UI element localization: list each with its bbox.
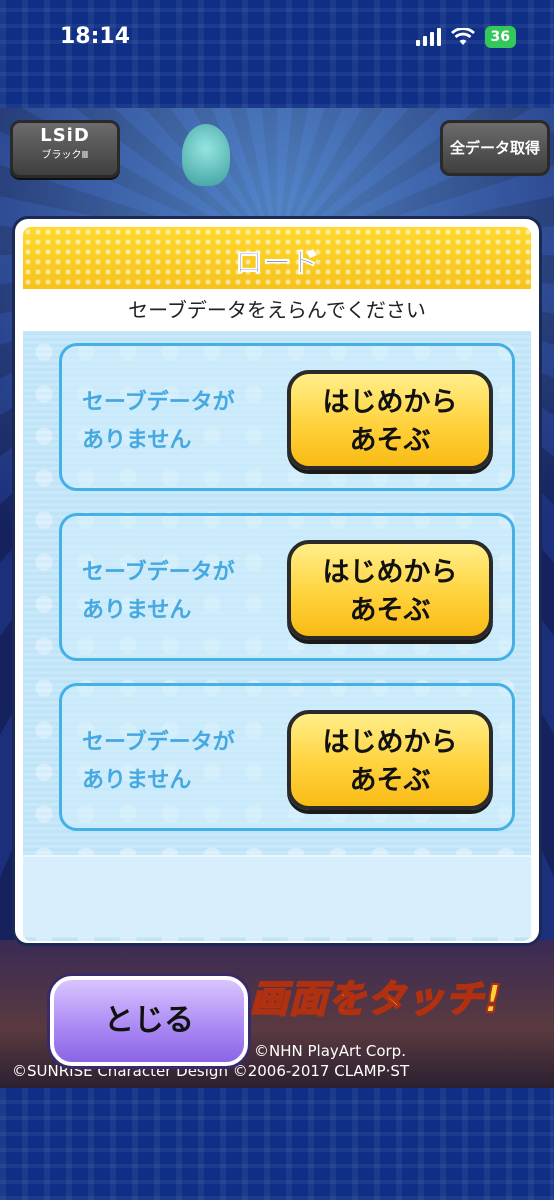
button-line2: あそぶ xyxy=(349,765,431,796)
slot-status-line1: セーブデータが xyxy=(82,390,235,415)
dialog-header: ロード xyxy=(23,227,531,289)
wifi-icon xyxy=(450,28,475,45)
button-line1: はじめから xyxy=(322,727,458,758)
slot-status-line2: ありません xyxy=(82,598,192,623)
copyright-line-1: ©NHN PlayArt Corp. xyxy=(254,1042,406,1060)
lsid-sub-label: ブラックⅢ xyxy=(41,150,89,161)
save-slot-3: セーブデータが ありません はじめから あそぶ xyxy=(59,683,515,831)
status-time: 18:14 xyxy=(60,24,131,49)
slot-status: セーブデータが ありません xyxy=(82,554,262,630)
dialog-subtitle: セーブデータをえらんでください xyxy=(23,289,531,331)
start-new-game-button[interactable]: はじめから あそぶ xyxy=(287,370,493,470)
slot-status-line2: ありません xyxy=(82,428,192,453)
load-dialog: ロード セーブデータをえらんでください セーブデータが ありません はじめから … xyxy=(12,216,542,946)
touch-prompt: 画面をタッチ! xyxy=(249,976,503,1022)
ghost-icon xyxy=(182,124,230,186)
bottom-frame xyxy=(0,1088,554,1200)
slot-status: セーブデータが ありません xyxy=(82,384,262,460)
button-line2: あそぶ xyxy=(349,425,431,456)
all-data-button[interactable]: 全データ取得 xyxy=(440,120,550,176)
slot-status-line1: セーブデータが xyxy=(82,560,235,585)
button-line2: あそぶ xyxy=(349,595,431,626)
battery-icon: 36 xyxy=(484,26,516,48)
dialog-body: セーブデータが ありません はじめから あそぶ セーブデータが ありません はじ… xyxy=(23,331,531,941)
start-new-game-button[interactable]: はじめから あそぶ xyxy=(287,710,493,810)
button-line1: はじめから xyxy=(322,557,458,588)
status-bar: 18:14 36 xyxy=(0,0,554,72)
save-slot-1: セーブデータが ありません はじめから あそぶ xyxy=(59,343,515,491)
start-new-game-button[interactable]: はじめから あそぶ xyxy=(287,540,493,640)
save-slot-2: セーブデータが ありません はじめから あそぶ xyxy=(59,513,515,661)
lsid-logo: LSiD xyxy=(40,125,90,146)
dialog-footer-band xyxy=(23,855,531,937)
cellular-signal-icon xyxy=(415,28,441,46)
slot-status-line2: ありません xyxy=(82,768,192,793)
slot-status: セーブデータが ありません xyxy=(82,724,262,800)
status-icons: 36 xyxy=(415,26,516,48)
button-line1: はじめから xyxy=(322,387,458,418)
lsid-button[interactable]: LSiD ブラックⅢ xyxy=(10,120,120,178)
dialog-title: ロード xyxy=(234,246,319,280)
close-button[interactable]: とじる xyxy=(50,976,248,1066)
slot-status-line1: セーブデータが xyxy=(82,730,235,755)
